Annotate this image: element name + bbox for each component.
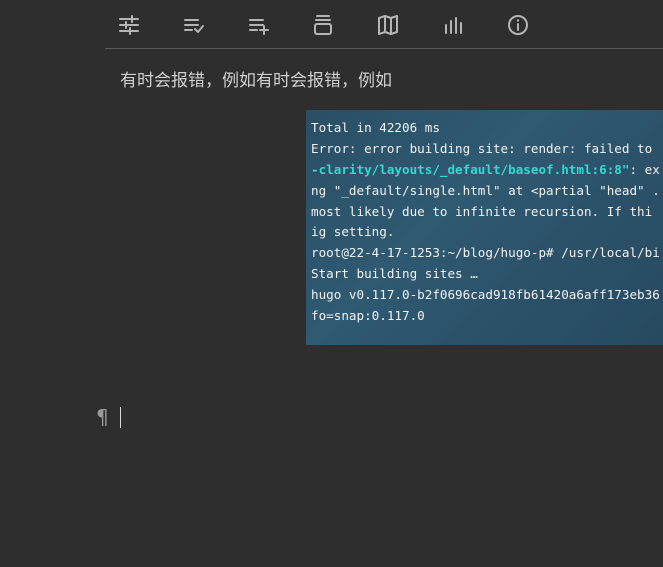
terminal-line: ig setting. bbox=[311, 224, 395, 239]
terminal-line: root@22-4-17-1253:~/blog/hugo-p# /usr/lo… bbox=[311, 245, 660, 260]
paragraph-mark-icon: ¶ bbox=[96, 405, 109, 429]
info-icon[interactable] bbox=[505, 12, 531, 38]
terminal-line: Start building sites … bbox=[311, 266, 478, 281]
bar-chart-icon[interactable] bbox=[440, 12, 466, 38]
paragraph-text[interactable]: 有时会报错，例如有时会报错，例如 bbox=[120, 66, 392, 91]
text-cursor[interactable] bbox=[120, 407, 121, 428]
map-book-icon[interactable] bbox=[375, 12, 401, 38]
terminal-path-highlight: -clarity/layouts/_default/baseof.html:6:… bbox=[311, 162, 630, 177]
terminal-line: ng "_default/single.html" at <partial "h… bbox=[311, 183, 660, 198]
terminal-line-rest: : ex bbox=[629, 162, 660, 177]
editor-toolbar bbox=[105, 0, 663, 49]
terminal-screenshot-image[interactable]: Total in 42206 ms Error: error building … bbox=[306, 110, 663, 345]
terminal-line: Total in 42206 ms bbox=[311, 120, 440, 135]
terminal-line: Error: error building site: render: fail… bbox=[311, 141, 653, 156]
terminal-line: most likely due to infinite recursion. I… bbox=[311, 204, 653, 219]
playlist-add-icon[interactable] bbox=[246, 12, 272, 38]
terminal-line: -clarity/layouts/_default/baseof.html:6:… bbox=[311, 162, 660, 178]
list-check-icon[interactable] bbox=[181, 12, 207, 38]
terminal-line: fo=snap:0.117.0 bbox=[311, 308, 425, 323]
terminal-line: hugo v0.117.0-b2f0696cad918fb61420a6aff1… bbox=[311, 287, 660, 302]
sliders-icon[interactable] bbox=[116, 12, 142, 38]
stack-icon[interactable] bbox=[310, 12, 336, 38]
